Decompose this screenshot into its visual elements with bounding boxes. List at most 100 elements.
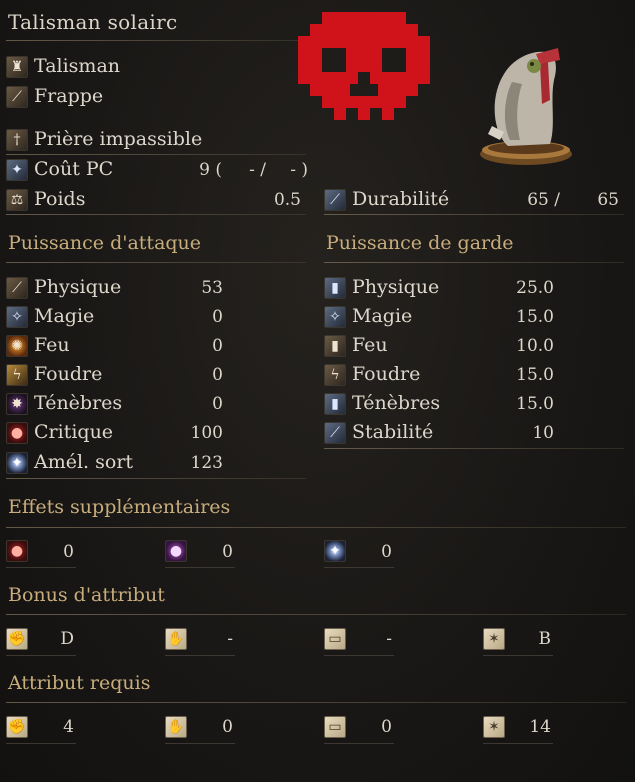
attack-type-icon: ⟋ <box>6 86 28 108</box>
durability-label: Durabilité <box>352 188 450 210</box>
weapon-type-icon: ♜ <box>6 56 28 78</box>
bonus-value: B <box>538 629 552 649</box>
weapon-type-label: Talisman <box>34 55 121 77</box>
fire-attack-icon: ✺ <box>6 335 28 357</box>
attack-row-value: 123 <box>190 453 223 473</box>
attack-row-label: Feu <box>34 334 70 356</box>
effects-heading: Effets supplémentaires <box>8 496 231 518</box>
magic-attack-icon: ✧ <box>6 306 28 328</box>
attack-row-value: 100 <box>190 423 223 443</box>
guard-row-value: 15.0 <box>516 307 554 327</box>
attack-row-value: 0 <box>212 365 223 385</box>
durability-max: 65 <box>597 190 619 210</box>
effect-value: 0 <box>222 542 233 562</box>
dexterity-icon: ✋ <box>165 628 187 650</box>
fire-guard-icon: ▮ <box>324 335 346 357</box>
guard-heading-divider <box>324 262 624 263</box>
bonus-underline <box>324 655 394 656</box>
attack-heading: Puissance d'attaque <box>8 232 202 254</box>
guard-row-value: 25.0 <box>516 278 554 298</box>
critical-icon: ● <box>6 422 28 444</box>
requirement-underline <box>324 743 394 744</box>
attack-row-label: Amél. sort <box>34 451 134 473</box>
skill-label: Prière impassible <box>34 128 203 150</box>
weight-divider <box>6 214 306 215</box>
poison-icon: ● <box>165 540 187 562</box>
weight-icon: ⚖ <box>6 189 28 211</box>
requirements-heading: Attribut requis <box>8 672 151 694</box>
guard-row-value: 15.0 <box>516 365 554 385</box>
guard-heading: Puissance de garde <box>326 232 514 254</box>
guard-row-label: Magie <box>352 305 413 327</box>
guard-row-value: 10 <box>532 423 554 443</box>
bonus-value: - <box>386 629 392 649</box>
requirement-underline <box>483 743 553 744</box>
durability-icon: ⟋ <box>324 189 346 211</box>
fp-cost-end: - ) <box>290 160 308 180</box>
dark-guard-icon: ▮ <box>324 393 346 415</box>
faith-icon: ✶ <box>483 628 505 650</box>
effect-underline <box>6 567 76 568</box>
guard-row-value: 15.0 <box>516 394 554 414</box>
bonus-heading-divider <box>6 614 626 615</box>
requirements-heading-divider <box>6 702 626 703</box>
guard-row-label: Ténèbres <box>352 392 441 414</box>
attack-row-label: Ténèbres <box>34 392 123 414</box>
effect-value: 0 <box>63 542 74 562</box>
requirement-value: 4 <box>63 717 74 737</box>
requirement-value: 0 <box>222 717 233 737</box>
durability-value: 65 / <box>527 190 560 210</box>
dexterity-icon: ✋ <box>165 716 187 738</box>
lightning-guard-icon: ϟ <box>324 364 346 386</box>
title-divider <box>6 40 306 41</box>
intelligence-icon: ▭ <box>324 628 346 650</box>
item-detail-panel: Talisman solairc ♜ Talisman ⟋ Frappe † P… <box>0 0 635 782</box>
broken-skull-icon <box>298 12 430 120</box>
requirement-value: 14 <box>529 717 551 737</box>
guard-row-label: Foudre <box>352 363 421 385</box>
guard-bottom-divider <box>324 448 624 449</box>
strength-icon: ✊ <box>6 716 28 738</box>
weight-label: Poids <box>34 188 86 210</box>
item-image <box>480 48 572 165</box>
attack-row-value: 0 <box>212 336 223 356</box>
attack-row-label: Physique <box>34 276 122 298</box>
guard-row-value: 10.0 <box>516 336 554 356</box>
lightning-attack-icon: ϟ <box>6 364 28 386</box>
spell-buff-icon: ✦ <box>6 452 28 474</box>
bonus-value: - <box>227 629 233 649</box>
bonus-underline <box>483 655 553 656</box>
requirement-underline <box>6 743 76 744</box>
effects-heading-divider <box>6 527 626 528</box>
magic-guard-icon: ✧ <box>324 306 346 328</box>
fp-cost-label: Coût PC <box>34 158 114 180</box>
effect-value: 0 <box>381 542 392 562</box>
effect-underline <box>165 567 235 568</box>
intelligence-icon: ▭ <box>324 716 346 738</box>
item-title: Talisman solairc <box>8 10 178 34</box>
faith-icon: ✶ <box>483 716 505 738</box>
dark-attack-icon: ✸ <box>6 393 28 415</box>
weight-value: 0.5 <box>273 190 301 210</box>
guard-row-label: Physique <box>352 276 440 298</box>
attack-row-label: Critique <box>34 421 114 443</box>
skill-icon: † <box>6 129 28 151</box>
bonus-underline <box>165 655 235 656</box>
requirement-value: 0 <box>381 717 392 737</box>
frost-icon: ✦ <box>324 540 346 562</box>
bonus-heading: Bonus d'attribut <box>8 584 165 606</box>
bonus-underline <box>6 655 76 656</box>
physical-guard-icon: ▮ <box>324 277 346 299</box>
attack-row-value: 0 <box>212 307 223 327</box>
fp-cost-icon: ✦ <box>6 159 28 181</box>
physical-attack-icon: ⟋ <box>6 277 28 299</box>
attack-bottom-divider <box>6 478 306 479</box>
attack-row-label: Foudre <box>34 363 103 385</box>
stability-icon: ⟋ <box>324 422 346 444</box>
requirement-underline <box>165 743 235 744</box>
attack-row-value: 53 <box>201 278 223 298</box>
durability-divider <box>324 214 624 215</box>
attack-row-label: Magie <box>34 305 95 327</box>
guard-row-label: Stabilité <box>352 421 434 443</box>
attack-type-label: Frappe <box>34 85 104 107</box>
